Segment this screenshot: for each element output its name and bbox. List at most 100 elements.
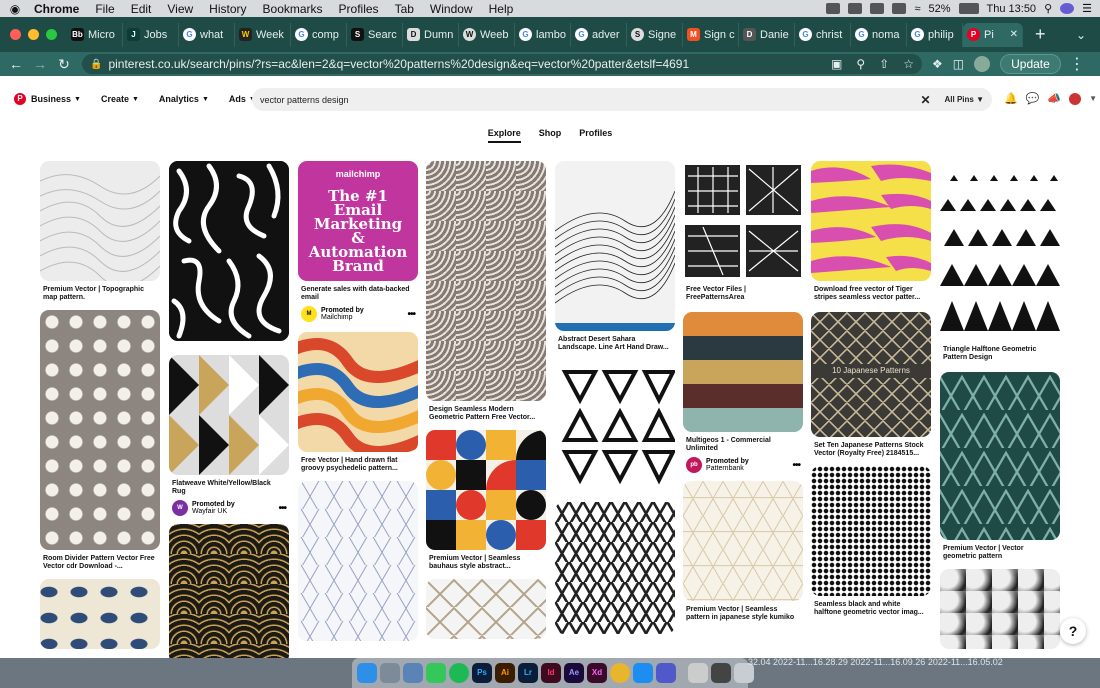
pin-image[interactable] — [683, 161, 803, 281]
reload-icon[interactable]: ↻ — [52, 56, 76, 73]
menu-edit[interactable]: Edit — [123, 2, 160, 16]
tab[interactable]: Gphilip — [907, 22, 963, 47]
pin-card[interactable]: Abstract Desert Sahara Landscape. Line A… — [555, 161, 675, 352]
minimize-window-icon[interactable] — [28, 29, 39, 40]
user-avatar[interactable] — [1069, 92, 1082, 105]
tab[interactable]: Gchrist — [795, 22, 851, 47]
tab[interactable]: Glambo — [515, 22, 571, 47]
tab[interactable]: Gwhat — [179, 22, 235, 47]
tab[interactable]: Bb Micro — [67, 22, 123, 47]
bookmark-star-icon[interactable]: ☆ — [903, 57, 914, 71]
pin-caption[interactable]: Premium Vector | Topographic map pattern… — [40, 281, 160, 302]
address-bar[interactable]: 🔒 pinterest.co.uk/search/pins/?rs=ac&len… — [82, 54, 922, 74]
notifications-bell-icon[interactable]: 🔔 — [1004, 92, 1018, 105]
tab[interactable]: W Week — [235, 22, 291, 47]
after-effects-icon[interactable]: Ae — [564, 663, 584, 683]
pin-card[interactable]: Premium Vector | Vector geometric patter… — [940, 372, 1060, 561]
pin-image[interactable] — [940, 569, 1060, 649]
pin-image[interactable] — [298, 332, 418, 452]
pin-caption[interactable]: Generate sales with data-backed email — [298, 281, 418, 302]
pin-caption[interactable]: Set Ten Japanese Patterns Stock Vector (… — [811, 437, 931, 458]
nav-create[interactable]: Create ▼ — [101, 94, 139, 104]
pin-caption[interactable]: Premium Vector | Seamless pattern in jap… — [683, 601, 803, 622]
pin-card[interactable]: Premium Vector | Seamless bauhaus style … — [426, 430, 546, 571]
pin-card[interactable]: Multigeos 1 - Commercial Unlimited pb Pr… — [683, 312, 803, 473]
menu-profiles[interactable]: Profiles — [331, 2, 387, 16]
pin-card[interactable] — [555, 502, 675, 634]
share-icon[interactable]: ⇧ — [879, 57, 889, 71]
pin-card[interactable]: Triangle Halftone Geometric Pattern Desi… — [940, 161, 1060, 362]
pin-card[interactable]: Download free vector of Tiger stripes se… — [811, 161, 931, 302]
pin-card[interactable]: Free Vector | Hand drawn flat groovy psy… — [298, 332, 418, 473]
xd-icon[interactable]: Xd — [587, 663, 607, 683]
pin-image[interactable] — [555, 502, 675, 634]
pin-card[interactable]: Design Seamless Modern Geometric Pattern… — [426, 161, 546, 422]
tab-profiles[interactable]: Profiles — [579, 128, 612, 143]
close-tab-icon[interactable]: ✕ — [1010, 29, 1018, 40]
extensions-puzzle-icon[interactable]: ❖ — [932, 57, 943, 71]
pin-image[interactable] — [426, 430, 546, 550]
pin-image[interactable] — [940, 372, 1060, 540]
tab[interactable]: W Weeb — [459, 22, 515, 47]
profile-avatar[interactable] — [974, 56, 991, 72]
pin-caption[interactable]: Premium Vector | Vector geometric patter… — [940, 540, 1060, 561]
promoter-name[interactable]: Patternbank — [706, 465, 744, 472]
side-panel-icon[interactable]: ◫ — [953, 57, 964, 71]
pin-image[interactable] — [683, 481, 803, 601]
pin-image[interactable] — [426, 579, 546, 639]
pin-card[interactable]: Premium Vector | Topographic map pattern… — [40, 161, 160, 302]
pin-card[interactable]: Premium Vector | Seamless pattern in jap… — [683, 481, 803, 622]
url-text[interactable]: pinterest.co.uk/search/pins/?rs=ac&len=2… — [108, 57, 823, 71]
pin-caption[interactable]: Free Vector | Hand drawn flat groovy psy… — [298, 452, 418, 473]
spotify-icon[interactable] — [449, 663, 469, 683]
pin-image[interactable] — [40, 310, 160, 550]
preview-icon[interactable] — [403, 663, 423, 683]
menu-history[interactable]: History — [201, 2, 254, 16]
siri-icon[interactable] — [1060, 3, 1075, 14]
pin-image[interactable] — [40, 579, 160, 649]
pin-card[interactable] — [426, 579, 546, 639]
pin-card[interactable] — [555, 362, 675, 492]
tab-active-pinterest[interactable]: P Pi ✕ — [963, 22, 1023, 47]
battery-icon[interactable] — [958, 3, 979, 14]
pin-image[interactable] — [555, 362, 675, 492]
pin-caption[interactable]: Seamless black and white halftone geomet… — [811, 596, 931, 617]
pin-card[interactable]: Seamless black and white halftone geomet… — [811, 466, 931, 617]
menu-file[interactable]: File — [87, 2, 122, 16]
illustrator-document-icon[interactable] — [711, 663, 731, 683]
tab-shop[interactable]: Shop — [539, 128, 562, 143]
patternbank-avatar[interactable]: pb — [686, 457, 702, 473]
close-window-icon[interactable] — [10, 29, 21, 40]
update-button[interactable]: Update — [1000, 54, 1061, 74]
pin-card[interactable]: Free Vector Files | FreePatternsArea — [683, 161, 803, 302]
wifi-icon[interactable]: ≈ — [914, 3, 920, 15]
indesign-icon[interactable]: Id — [541, 663, 561, 683]
tab-explore[interactable]: Explore — [487, 128, 521, 143]
tab-search-chevron-icon[interactable]: ⌄ — [1076, 28, 1100, 42]
pin-image[interactable]: 10 Japanese Patterns — [811, 312, 931, 437]
wayfair-avatar[interactable]: W — [172, 500, 188, 516]
help-button[interactable]: ? — [1060, 618, 1086, 644]
pin-image[interactable] — [169, 355, 289, 475]
document-thumbnail-icon[interactable] — [688, 663, 708, 683]
account-chevron-icon[interactable]: ▼ — [1089, 94, 1097, 103]
pin-image[interactable] — [426, 161, 546, 401]
teams-icon[interactable] — [656, 663, 676, 683]
pin-caption[interactable]: Download free vector of Tiger stripes se… — [811, 281, 931, 302]
more-options-icon[interactable]: ••• — [792, 460, 800, 471]
mailchimp-avatar[interactable]: M — [301, 306, 317, 322]
pin-caption[interactable]: Room Divider Pattern Vector Free Vector … — [40, 550, 160, 571]
back-arrow-icon[interactable]: ← — [4, 56, 28, 72]
maximize-window-icon[interactable] — [46, 29, 57, 40]
pin-caption[interactable]: Premium Vector | Seamless bauhaus style … — [426, 550, 546, 571]
lock-icon[interactable]: 🔒 — [90, 59, 102, 70]
cast-icon[interactable]: ▣ — [831, 57, 842, 71]
forward-arrow-icon[interactable]: → — [28, 56, 52, 72]
pin-image[interactable] — [683, 312, 803, 432]
menu-window[interactable]: Window — [422, 2, 481, 16]
pin-card[interactable]: Flatweave White/Yellow/Black Rug W Promo… — [169, 355, 289, 516]
pin-caption[interactable]: Abstract Desert Sahara Landscape. Line A… — [555, 331, 675, 352]
pin-caption[interactable]: Flatweave White/Yellow/Black Rug — [169, 475, 289, 496]
nav-analytics[interactable]: Analytics ▼ — [159, 94, 209, 104]
menu-tab[interactable]: Tab — [387, 2, 422, 16]
